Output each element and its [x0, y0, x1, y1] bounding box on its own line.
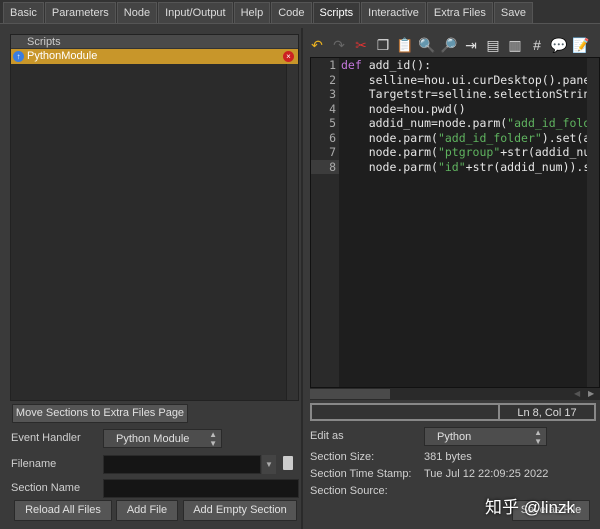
code-editor[interactable]: 12345678 def add_id(): selline=hou.ui.cu…	[310, 57, 600, 388]
line-number: 5	[329, 116, 336, 130]
tab-node[interactable]: Node	[116, 2, 158, 23]
line-number: 7	[329, 145, 336, 159]
tab-extra-files[interactable]: Extra Files	[426, 2, 493, 23]
code-line: node.parm("ptgroup"+str(addid_num)).set(…	[341, 145, 587, 160]
code-line: node.parm("id"+str(addid_num)).set(addid…	[341, 160, 587, 175]
pane-divider[interactable]	[301, 28, 303, 529]
watermark: 知乎 @linzk	[485, 498, 575, 517]
code-token: +str(addid_num)).set(Targetstr)	[500, 145, 587, 159]
code-token: node=hou.pwd()	[341, 101, 466, 116]
code-line: Targetstr=selline.selectionString()	[341, 87, 587, 102]
code-token: node.parm(	[341, 159, 438, 174]
code-line: def add_id():	[341, 58, 587, 73]
add-empty-section-button[interactable]: Add Empty Section	[183, 500, 297, 521]
tab-basic[interactable]: Basic	[3, 2, 44, 23]
updown-icon: ▲ ▼	[209, 430, 217, 448]
file-chooser-icon[interactable]	[283, 456, 293, 470]
replace-icon[interactable]: 🔎	[440, 36, 458, 54]
code-token: "ptgroup"	[437, 145, 501, 159]
line-number: 4	[329, 101, 336, 116]
line-number: 3	[329, 87, 336, 101]
add-file-button[interactable]: Add File	[116, 500, 178, 521]
edit-as-value: Python	[437, 431, 472, 443]
code-token: add_id():	[361, 58, 432, 72]
editor-vscrollbar[interactable]	[587, 58, 599, 387]
tab-interactive[interactable]: Interactive	[361, 2, 426, 23]
section-timestamp-label: Section Time Stamp:	[310, 468, 412, 480]
delete-icon[interactable]: ×	[283, 51, 294, 62]
tab-scripts[interactable]: Scripts	[312, 2, 361, 23]
move-sections-button[interactable]: Move Sections to Extra Files Page	[12, 404, 188, 423]
code-token: "add_id_folder"	[437, 130, 542, 145]
paste-icon[interactable]: 📋	[396, 36, 414, 54]
code-token: "add_id_folder"	[507, 116, 587, 130]
section-timestamp-value: Tue Jul 12 22:09:25 2022	[424, 468, 549, 480]
indent-icon[interactable]: ▤	[484, 36, 502, 54]
event-handler-label: Event Handler	[11, 432, 81, 444]
find-icon[interactable]: 🔍	[418, 36, 436, 54]
code-token: node.parm(	[341, 130, 438, 145]
edit-as-label: Edit as	[310, 430, 344, 442]
edit-as-select[interactable]: Python ▲ ▼	[424, 427, 547, 446]
cut-icon[interactable]: ✂	[352, 36, 370, 54]
code-token: ).set(addid_num+1)	[541, 130, 587, 145]
code-token: addid_num=node.parm(	[341, 116, 508, 130]
section-source-label: Section Source:	[310, 485, 388, 497]
line-number: 2	[329, 72, 336, 87]
code-token: node.parm(	[341, 145, 438, 159]
tab-input-output[interactable]: Input/Output	[158, 2, 233, 23]
tab-code[interactable]: Code	[271, 2, 312, 23]
code-token: selline=hou.ui.curDesktop().paneTabUnder…	[368, 72, 587, 87]
line-number: 8	[311, 159, 339, 174]
copy-icon[interactable]: ❐	[374, 36, 392, 54]
tab-bar: Basic Parameters Node Input/Output Help Code S…	[0, 0, 600, 24]
code-token: +str(addid_num)).set(addid_num)	[465, 159, 587, 174]
filename-label: Filename	[11, 458, 57, 470]
scripts-list-header: Scripts	[11, 35, 298, 49]
code-line: node.parm("add_id_folder").set(addid_num…	[341, 131, 587, 146]
notes-icon[interactable]: 📝	[572, 36, 590, 54]
redo-icon[interactable]: ↷	[330, 36, 348, 54]
tab-help[interactable]: Help	[233, 2, 271, 23]
python-module-icon: ↑	[13, 51, 24, 62]
scroll-right-icon[interactable]: ▶	[588, 389, 598, 399]
uncomment-icon[interactable]: 💬	[550, 36, 568, 54]
code-line: addid_num=node.parm("add_id_folder").eva…	[341, 116, 587, 131]
code-token: Targetstr=selline.selectionString()	[341, 87, 587, 101]
reload-all-files-button[interactable]: Reload All Files	[14, 500, 112, 521]
filename-dropdown-icon[interactable]: ▼	[262, 455, 276, 474]
section-name-label: Section Name	[11, 482, 81, 494]
scripts-list: Scripts ↑ PythonModule ×	[10, 34, 299, 401]
unindent-icon[interactable]: ▥	[506, 36, 524, 54]
editor-hscrollbar[interactable]: ▶ ◀	[310, 388, 600, 400]
code-token: "id"	[437, 159, 466, 174]
section-size-value: 381 bytes	[424, 451, 472, 463]
event-handler-select[interactable]: Python Module ▲ ▼	[103, 429, 222, 448]
tab-parameters[interactable]: Parameters	[44, 2, 116, 23]
code-line: selline=hou.ui.curDesktop().paneTabUnder…	[341, 73, 587, 88]
editor-status-bar: Ln 8, Col 17	[310, 403, 596, 421]
section-size-label: Section Size:	[310, 451, 375, 463]
comment-icon[interactable]: #	[528, 36, 546, 54]
list-scrollbar[interactable]	[286, 64, 298, 400]
code-text[interactable]: def add_id(): selline=hou.ui.curDesktop(…	[341, 58, 587, 174]
line-number: 6	[329, 130, 336, 145]
line-number-gutter: 12345678	[311, 58, 339, 387]
undo-icon[interactable]: ↶	[308, 36, 326, 54]
goto-line-icon[interactable]: ⇥	[462, 36, 480, 54]
event-handler-value: Python Module	[116, 433, 190, 445]
filename-input[interactable]	[103, 455, 261, 474]
updown-icon: ▲ ▼	[534, 428, 542, 446]
cursor-position: Ln 8, Col 17	[517, 407, 577, 419]
script-item-pythonmodule[interactable]: ↑ PythonModule ×	[11, 49, 298, 64]
script-item-label: PythonModule	[27, 50, 98, 62]
hscroll-thumb[interactable]	[310, 389, 390, 399]
scroll-left-icon[interactable]: ◀	[574, 389, 584, 399]
tab-save[interactable]: Save	[493, 2, 533, 23]
code-line: node=hou.pwd()	[341, 102, 587, 117]
line-number: 1	[329, 58, 336, 72]
section-name-input[interactable]	[103, 479, 299, 498]
editor-toolbar: ↶ ↷ ✂ ❐ 📋 🔍 🔎 ⇥ ▤ ▥ # 💬 📝	[308, 33, 600, 57]
code-token: def	[341, 58, 362, 72]
